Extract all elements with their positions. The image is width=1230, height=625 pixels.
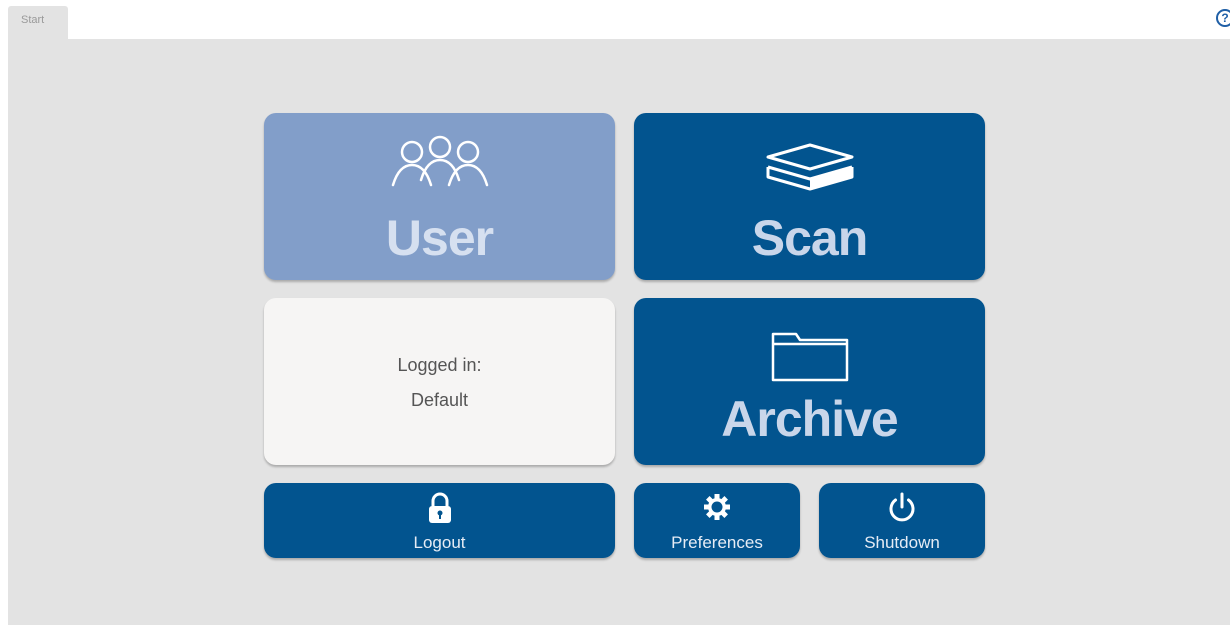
power-icon (889, 492, 915, 522)
logout-label: Logout (413, 533, 466, 552)
help-icon[interactable]: ? (1216, 9, 1230, 27)
scan-label: Scan (751, 210, 869, 266)
logged-in-panel: Logged in: Default (264, 298, 615, 465)
archive-button[interactable]: Archive (634, 298, 985, 465)
archive-label: Archive (721, 391, 898, 447)
preferences-label: Preferences (671, 533, 763, 552)
tab-start[interactable]: Start (8, 6, 68, 39)
tab-start-label: Start (21, 14, 45, 26)
lock-icon (428, 492, 451, 523)
scanner-icon (766, 143, 853, 191)
logged-in-user: Default (410, 390, 469, 410)
shutdown-label: Shutdown (864, 533, 940, 552)
main-area (8, 39, 1230, 625)
folder-icon (771, 332, 848, 382)
user-button[interactable]: User (264, 113, 615, 280)
scan-button[interactable]: Scan (634, 113, 985, 280)
users-icon (391, 135, 488, 187)
shutdown-button[interactable]: Shutdown (819, 483, 985, 558)
logged-in-caption: Logged in: (397, 355, 482, 375)
user-label: User (385, 210, 494, 266)
tab-bar: Start ? (0, 0, 1230, 39)
logout-button[interactable]: Logout (264, 483, 615, 558)
preferences-button[interactable]: Preferences (634, 483, 800, 558)
gear-icon (704, 494, 730, 520)
